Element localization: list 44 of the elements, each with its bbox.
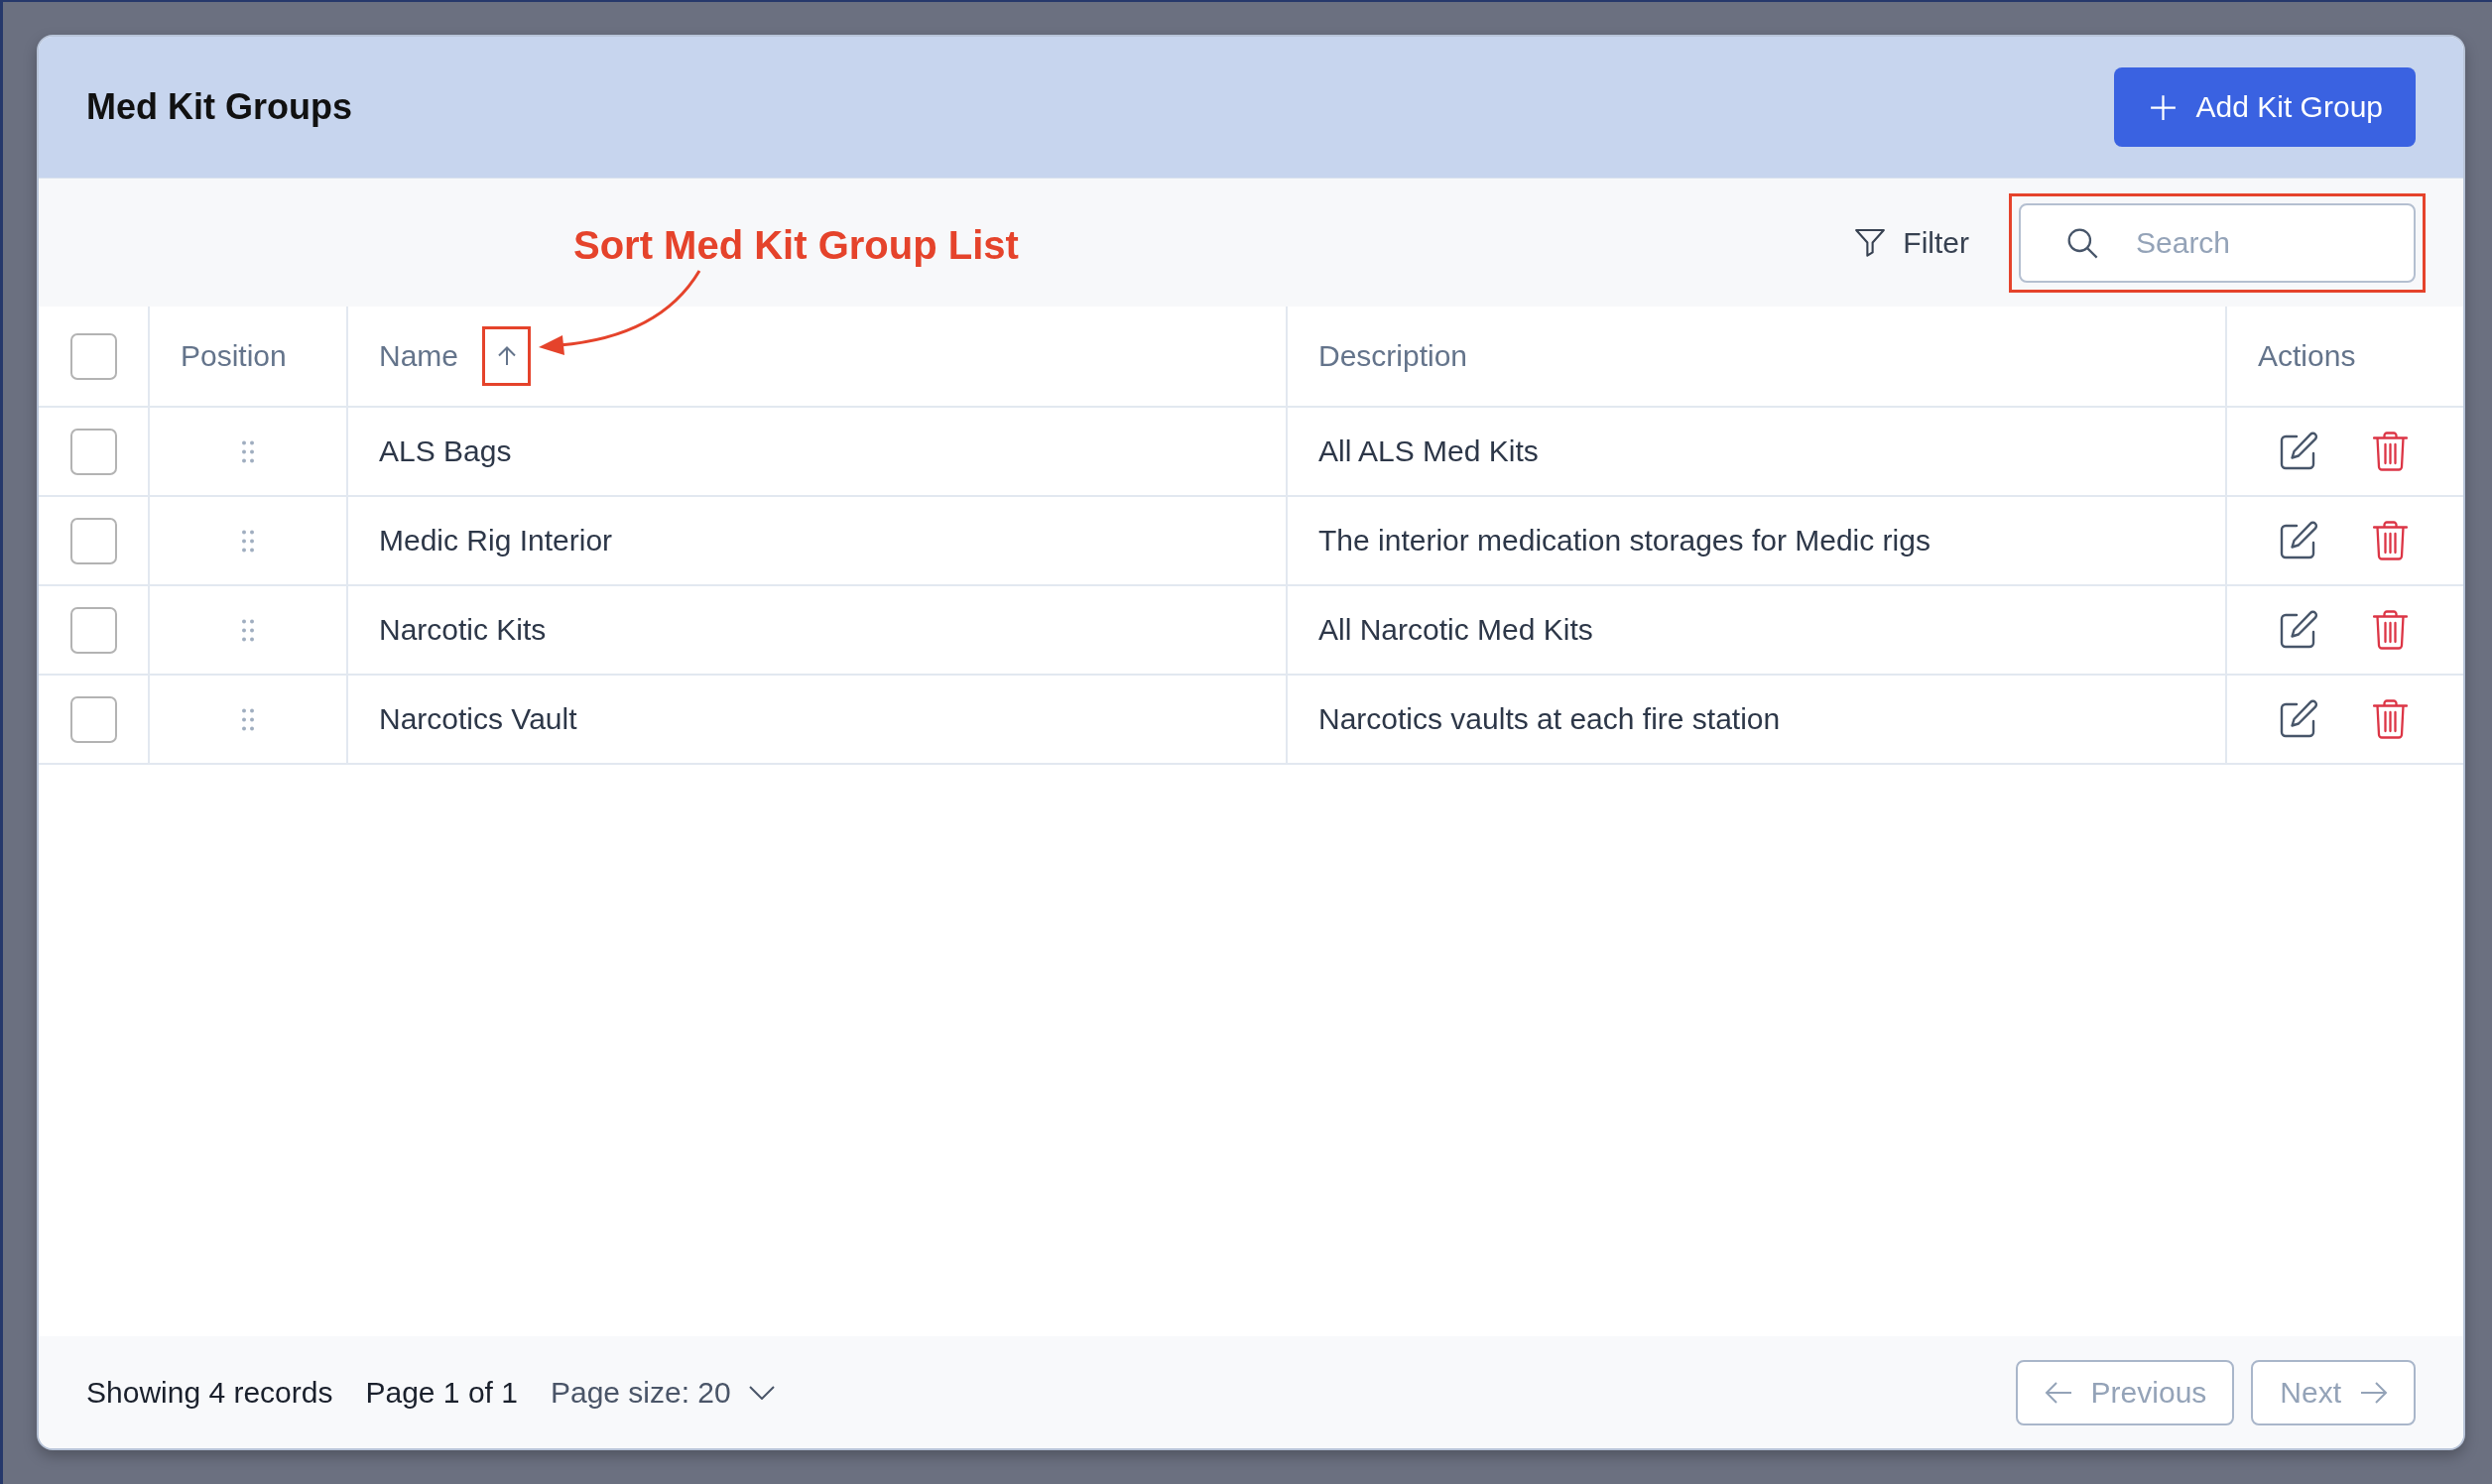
chevron-down-icon [748, 1385, 775, 1400]
table-cell: All ALS Med Kits [1318, 434, 1539, 468]
arrow-up-icon[interactable] [496, 346, 517, 366]
record-count: Showing 4 records [86, 1375, 333, 1410]
checkbox[interactable] [69, 695, 117, 743]
edit-icon[interactable] [2279, 432, 2318, 471]
edit-icon[interactable] [2279, 699, 2318, 739]
trash-icon[interactable] [2373, 432, 2408, 471]
column-header: Name [379, 339, 459, 373]
drag-handle-icon[interactable] [242, 529, 254, 553]
filter-button[interactable]: Filter [1854, 225, 1969, 260]
edit-icon[interactable] [2279, 610, 2318, 650]
table-cell: Narcotics vaults at each fire station [1318, 702, 1781, 736]
page-indicator: Page 1 of 1 [365, 1375, 518, 1410]
filter-icon [1854, 228, 1887, 257]
edit-icon[interactable] [2279, 521, 2318, 560]
page-size-dropdown[interactable]: Page size: 20 [550, 1375, 775, 1410]
checkbox[interactable] [69, 517, 117, 564]
search-icon [2066, 226, 2098, 259]
column-header: Actions [2258, 339, 2356, 373]
checkbox[interactable] [69, 332, 117, 380]
plus-icon [2149, 93, 2177, 121]
table-cell: The interior medication storages for Medic rigs [1318, 524, 1931, 557]
table-cell: Narcotic Kits [379, 613, 547, 647]
page-title: Med Kit Groups [86, 86, 352, 128]
drag-handle-icon[interactable] [242, 618, 254, 642]
trash-icon[interactable] [2373, 521, 2408, 560]
arrow-right-icon [2360, 1380, 2388, 1405]
checkbox[interactable] [69, 606, 117, 654]
table-cell: All Narcotic Med Kits [1318, 613, 1593, 647]
column-header: Description [1318, 339, 1468, 373]
search-field[interactable]: Search [2019, 202, 2416, 283]
trash-icon[interactable] [2373, 699, 2408, 739]
arrow-left-icon [2044, 1380, 2072, 1405]
drag-handle-icon[interactable] [242, 707, 254, 731]
drag-handle-icon[interactable] [242, 439, 254, 463]
trash-icon[interactable] [2373, 610, 2408, 650]
table-cell: Narcotics Vault [379, 702, 577, 736]
column-header: Position [181, 339, 287, 373]
checkbox[interactable] [69, 428, 117, 475]
table-cell: Medic Rig Interior [379, 524, 613, 557]
annotation-label: Sort Med Kit Group List [573, 225, 1019, 265]
add-kit-group-button[interactable]: Add Kit Group [2113, 67, 2416, 147]
table-cell: ALS Bags [379, 434, 512, 468]
